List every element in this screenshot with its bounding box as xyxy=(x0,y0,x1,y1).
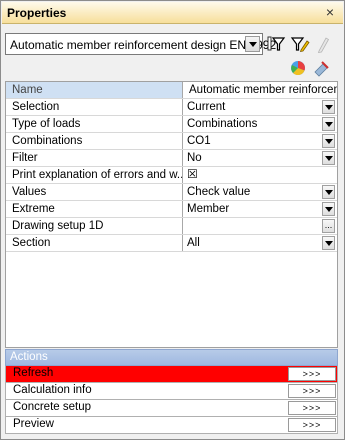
chevron-down-icon[interactable] xyxy=(322,185,335,199)
name-value[interactable]: Automatic member reinforcem... xyxy=(184,82,337,98)
refresh-run-button[interactable]: >>> xyxy=(288,367,336,381)
action-preview[interactable]: Preview >>> xyxy=(5,417,338,434)
panel-title: Properties xyxy=(7,6,67,20)
grid-header-row: Name Automatic member reinforcem... xyxy=(6,82,337,99)
property-label: Type of loads xyxy=(6,116,183,132)
property-row-type-of-loads[interactable]: Type of loads Combinations xyxy=(6,116,337,133)
chevron-down-icon[interactable] xyxy=(322,100,335,114)
ellipsis-button[interactable]: ... xyxy=(322,219,335,233)
action-label: Calculation info xyxy=(13,384,92,396)
property-value: Combinations xyxy=(187,118,258,130)
action-label: Preview xyxy=(13,418,54,430)
color-chart-icon[interactable] xyxy=(289,59,309,77)
chevron-down-icon[interactable] xyxy=(322,117,335,131)
chevron-down-icon[interactable] xyxy=(245,36,260,52)
properties-grid: Name Automatic member reinforcem... Sele… xyxy=(5,81,338,348)
property-row-values[interactable]: Values Check value xyxy=(6,184,337,201)
filter-edit-icon[interactable] xyxy=(290,35,310,53)
chevron-down-icon[interactable] xyxy=(322,151,335,165)
property-value: Check value xyxy=(187,186,251,198)
property-value: CO1 xyxy=(187,135,211,147)
property-label: Print explanation of errors and w... xyxy=(6,167,183,183)
property-value: No xyxy=(187,152,202,164)
name-column-header: Name xyxy=(6,82,183,98)
type-of-loads-dropdown[interactable]: Combinations xyxy=(184,116,337,132)
property-row-print-explanation[interactable]: Print explanation of errors and w... ☒ xyxy=(6,167,337,184)
action-refresh[interactable]: Refresh >>> xyxy=(5,366,338,383)
title-bar: Properties × xyxy=(2,2,343,24)
property-label: Extreme xyxy=(6,201,183,217)
selection-tool-icon[interactable] xyxy=(311,59,331,77)
section-dropdown[interactable]: All xyxy=(184,235,337,251)
extreme-dropdown[interactable]: Member xyxy=(184,201,337,217)
preview-run-button[interactable]: >>> xyxy=(288,418,336,432)
chevron-down-icon[interactable] xyxy=(322,202,335,216)
properties-panel: Properties × Automatic member reinforcem… xyxy=(0,0,345,440)
chevron-down-icon[interactable] xyxy=(322,134,335,148)
calculation-info-run-button[interactable]: >>> xyxy=(288,384,336,398)
checkbox-checked-icon[interactable]: ☒ xyxy=(187,167,198,181)
close-icon[interactable]: × xyxy=(323,4,337,20)
concrete-setup-run-button[interactable]: >>> xyxy=(288,401,336,415)
chevron-down-icon[interactable] xyxy=(322,236,335,250)
combinations-dropdown[interactable]: CO1 xyxy=(184,133,337,149)
property-row-section[interactable]: Section All xyxy=(6,235,337,252)
property-label: Section xyxy=(6,235,183,251)
property-label: Filter xyxy=(6,150,183,166)
toolbar-top: Automatic member reinforcement design EN… xyxy=(5,33,341,55)
property-label: Values xyxy=(6,184,183,200)
property-row-filter[interactable]: Filter No xyxy=(6,150,337,167)
action-calculation-info[interactable]: Calculation info >>> xyxy=(5,383,338,400)
design-type-combo[interactable]: Automatic member reinforcement design EN… xyxy=(5,33,276,55)
property-row-extreme[interactable]: Extreme Member xyxy=(6,201,337,218)
property-label: Combinations xyxy=(6,133,183,149)
toolbar-secondary xyxy=(5,59,341,79)
values-dropdown[interactable]: Check value xyxy=(184,184,337,200)
selection-dropdown[interactable]: Current xyxy=(184,99,337,115)
filter-dropdown[interactable]: No xyxy=(184,150,337,166)
property-row-selection[interactable]: Selection Current xyxy=(6,99,337,116)
design-type-value: Automatic member reinforcement design EN… xyxy=(10,38,277,52)
property-row-combinations[interactable]: Combinations CO1 xyxy=(6,133,337,150)
filter-icon[interactable] xyxy=(267,35,287,53)
pencil-disabled-icon xyxy=(313,35,333,54)
property-label: Selection xyxy=(6,99,183,115)
print-explanation-checkbox[interactable]: ☒ xyxy=(184,167,337,183)
action-label: Concrete setup xyxy=(13,401,91,413)
property-row-drawing-setup[interactable]: Drawing setup 1D ... xyxy=(6,218,337,235)
action-label: Refresh xyxy=(13,367,54,379)
action-concrete-setup[interactable]: Concrete setup >>> xyxy=(5,400,338,417)
drawing-setup-field[interactable]: ... xyxy=(184,218,337,234)
property-value: All xyxy=(187,237,200,249)
property-label: Drawing setup 1D xyxy=(6,218,183,234)
actions-header: Actions xyxy=(5,349,338,366)
property-value: Current xyxy=(187,101,226,113)
property-value: Member xyxy=(187,203,230,215)
